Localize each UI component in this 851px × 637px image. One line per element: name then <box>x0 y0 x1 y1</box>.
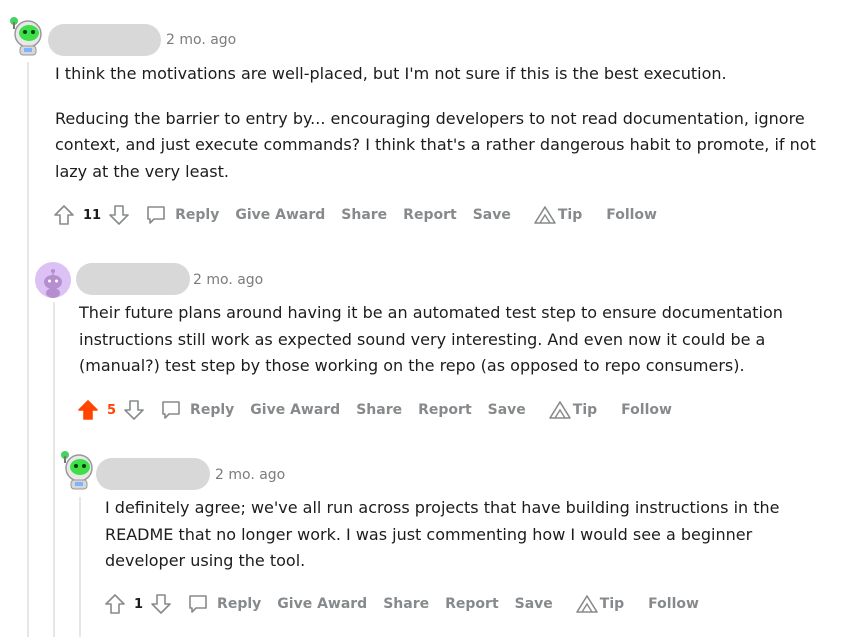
report-button[interactable]: Report <box>403 207 457 223</box>
comment-body: I think the motivations are well-placed,… <box>55 61 835 185</box>
comment-actions: 1 Reply Give Award Share Report Save Tip… <box>103 590 699 618</box>
tip-icon <box>534 206 556 224</box>
tip-label: Tip <box>599 596 625 612</box>
follow-button[interactable]: Follow <box>621 402 672 418</box>
vote-count: 5 <box>107 402 117 418</box>
timestamp[interactable]: 2 mo. ago <box>215 465 285 485</box>
reply-icon <box>162 401 180 419</box>
give-award-button[interactable]: Give Award <box>235 207 325 223</box>
upvote-icon[interactable] <box>76 398 100 422</box>
robot-avatar-icon[interactable] <box>59 450 99 490</box>
comment-body: I definitely agree; we've all run across… <box>105 495 835 575</box>
reply-button[interactable]: Reply <box>187 593 261 615</box>
username-placeholder[interactable] <box>48 24 161 56</box>
comment-actions: 11 Reply Give Award Share Report Save Ti… <box>52 201 657 229</box>
comment-paragraph: Their future plans around having it be a… <box>79 303 783 375</box>
downvote-icon[interactable] <box>122 398 146 422</box>
comment-paragraph: Reducing the barrier to entry by... enco… <box>55 108 816 181</box>
vote-count: 1 <box>134 596 144 612</box>
report-button[interactable]: Report <box>418 402 472 418</box>
reply-label: Reply <box>217 596 262 612</box>
tip-button[interactable]: Tip <box>575 594 624 614</box>
give-award-button[interactable]: Give Award <box>250 402 340 418</box>
comment-actions: 5 Reply Give Award Share Report Save Tip… <box>76 396 672 424</box>
share-button[interactable]: Share <box>356 402 402 418</box>
reply-label: Reply <box>175 207 220 223</box>
snoo-avatar-icon[interactable] <box>33 260 73 300</box>
upvote-icon[interactable] <box>103 592 127 616</box>
downvote-icon[interactable] <box>149 592 173 616</box>
tip-icon <box>575 595 598 613</box>
follow-button[interactable]: Follow <box>606 207 657 223</box>
upvote-icon[interactable] <box>52 203 76 227</box>
share-button[interactable]: Share <box>341 207 387 223</box>
follow-button[interactable]: Follow <box>648 596 699 612</box>
robot-avatar-icon[interactable] <box>8 16 48 56</box>
tip-button[interactable]: Tip <box>548 400 597 420</box>
give-award-button[interactable]: Give Award <box>277 596 367 612</box>
tip-icon <box>548 401 571 419</box>
save-button[interactable]: Save <box>473 207 511 223</box>
save-button[interactable]: Save <box>515 596 553 612</box>
save-button[interactable]: Save <box>488 402 526 418</box>
vote-count: 11 <box>83 207 102 223</box>
thread-line[interactable] <box>27 62 29 637</box>
thread-line[interactable] <box>53 302 55 637</box>
comment-paragraph: I think the motivations are well-placed,… <box>55 64 727 83</box>
comment-body: Their future plans around having it be a… <box>79 300 839 380</box>
timestamp[interactable]: 2 mo. ago <box>193 270 263 290</box>
tip-label: Tip <box>572 402 598 418</box>
comment-paragraph: I definitely agree; we've all run across… <box>105 498 780 570</box>
thread-line[interactable] <box>79 497 81 637</box>
timestamp[interactable]: 2 mo. ago <box>166 30 236 50</box>
reply-icon <box>189 595 207 613</box>
reply-button[interactable]: Reply <box>160 399 234 421</box>
reply-icon <box>147 206 165 224</box>
username-placeholder[interactable] <box>96 458 210 490</box>
username-placeholder[interactable] <box>76 263 190 295</box>
tip-label: Tip <box>557 207 583 223</box>
downvote-icon[interactable] <box>107 203 131 227</box>
reply-button[interactable]: Reply <box>145 204 219 226</box>
tip-button[interactable]: Tip <box>533 205 582 225</box>
report-button[interactable]: Report <box>445 596 499 612</box>
share-button[interactable]: Share <box>383 596 429 612</box>
reply-label: Reply <box>190 402 235 418</box>
